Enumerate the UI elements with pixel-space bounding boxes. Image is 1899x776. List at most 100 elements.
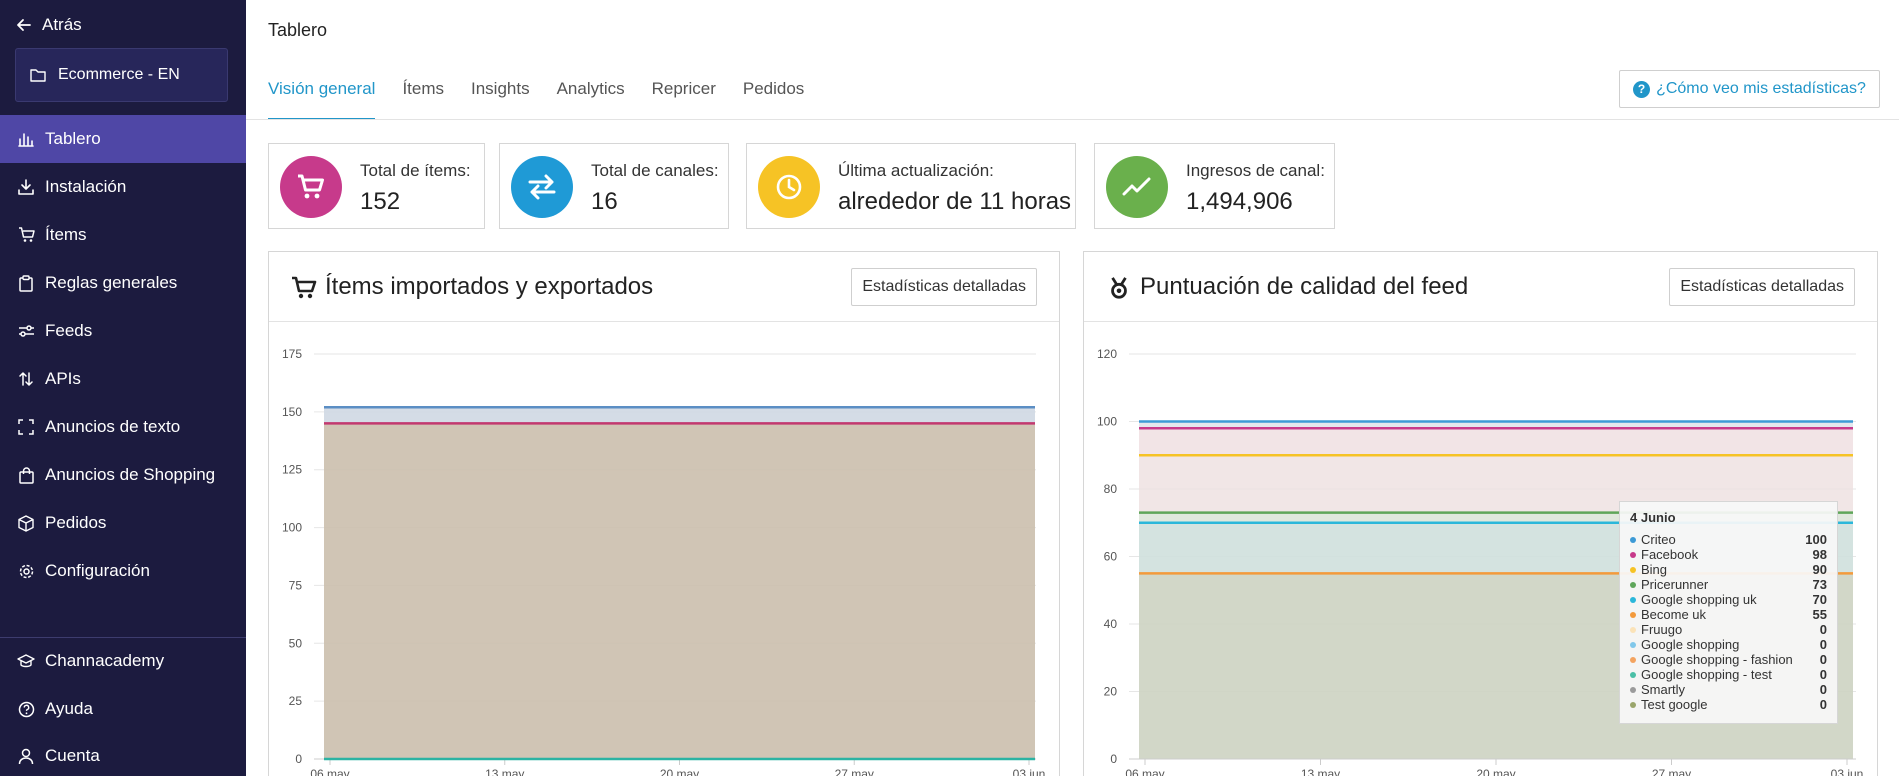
tooltip-series-value: 73 <box>1812 577 1827 592</box>
panel-title: Ítems importados y exportados <box>325 273 654 300</box>
tooltip-row: Google shopping - test 0 <box>1630 667 1827 682</box>
items-area-chart: 0 25 50 75 100 125 150 175 06 may 13 may 20 may 27 … <box>282 347 1046 776</box>
legend-dot <box>1630 641 1636 648</box>
tooltip-series-value: 0 <box>1819 697 1827 712</box>
x-tick-label: 27 may <box>835 767 874 776</box>
tab-analytics[interactable]: Analytics <box>557 68 625 120</box>
area-fill <box>1139 428 1853 456</box>
tooltip-series-value: 0 <box>1819 622 1827 637</box>
sidebar-item-pedidos[interactable]: Pedidos <box>0 499 246 547</box>
tooltip-series-value: 0 <box>1819 637 1827 652</box>
sidebar-item-cuenta[interactable]: Cuenta <box>0 732 246 776</box>
y-tick-label: 100 <box>282 521 302 535</box>
stat-card-ultima-actualizacion: Última actualización: alrededor de 11 ho… <box>746 143 1076 229</box>
page-title: Tablero <box>268 20 328 40</box>
sidebar-item-label: Configuración <box>45 561 150 580</box>
x-tick-label: 13 may <box>1301 767 1340 776</box>
tab-pedidos[interactable]: Pedidos <box>743 68 804 120</box>
sidebar-item-configuracion[interactable]: Configuración <box>0 547 246 595</box>
medal-icon <box>1111 277 1127 299</box>
help-stats-button[interactable]: ? ¿Cómo veo mis estadísticas? <box>1619 70 1880 108</box>
folder-icon <box>30 69 46 82</box>
sort-arrows-icon <box>17 370 35 388</box>
sidebar-item-instalacion[interactable]: Instalación <box>0 163 246 211</box>
sidebar-item-label: Ayuda <box>45 699 93 718</box>
y-tick-label: 60 <box>1104 550 1118 564</box>
tooltip-series-value: 70 <box>1812 592 1827 607</box>
clipboard-icon <box>17 274 35 292</box>
sidebar-item-label: Pedidos <box>45 513 107 532</box>
y-tick-label: 175 <box>282 347 302 361</box>
tab-items[interactable]: Ítems <box>402 68 444 120</box>
clock-icon <box>758 156 820 218</box>
y-tick-label: 75 <box>289 578 303 592</box>
y-tick-label: 0 <box>295 752 302 766</box>
detailed-stats-button[interactable]: Estadísticas detalladas <box>851 268 1037 306</box>
sidebar-item-channacademy[interactable]: Channacademy <box>0 637 246 685</box>
sidebar-item-feeds[interactable]: Feeds <box>0 307 246 355</box>
stat-card-total-items: Total de ítems: 152 <box>268 143 485 229</box>
help-circle-icon <box>17 700 35 718</box>
x-tick-label: 20 may <box>1476 767 1515 776</box>
tooltip-series-value: 0 <box>1819 667 1827 682</box>
legend-dot <box>1630 581 1636 588</box>
sidebar-item-label: Instalación <box>45 177 127 196</box>
x-tick-label: 13 may <box>485 767 524 776</box>
panel-header: Ítems importados y exportados Estadístic… <box>269 252 1059 322</box>
x-tick-label: 03 jun <box>1831 767 1864 776</box>
stat-card-ingresos-canal: Ingresos de canal: 1,494,906 <box>1094 143 1335 229</box>
x-tick-label: 03 jun <box>1013 767 1046 776</box>
detailed-stats-button[interactable]: Estadísticas detalladas <box>1669 268 1855 306</box>
help-stats-label: ¿Cómo veo mis estadísticas? <box>1656 80 1866 97</box>
back-label: Atrás <box>42 15 82 34</box>
stat-value: 1,494,906 <box>1186 188 1293 215</box>
frame-icon <box>17 418 35 436</box>
tab-vision-general[interactable]: Visión general <box>268 68 376 120</box>
sidebar-item-anuncios-shopping[interactable]: Anuncios de Shopping <box>0 451 246 499</box>
y-tick-label: 80 <box>1104 482 1118 496</box>
tooltip-title: 4 Junio <box>1630 510 1676 525</box>
tooltip-row: Pricerunner 73 <box>1630 577 1827 592</box>
y-tick-label: 50 <box>289 636 303 650</box>
tooltip-series-name: Become uk <box>1641 607 1707 622</box>
tab-repricer[interactable]: Repricer <box>652 68 716 120</box>
sidebar-item-items[interactable]: Ítems <box>0 211 246 259</box>
tab-insights[interactable]: Insights <box>471 68 530 120</box>
area-fill <box>324 407 1035 424</box>
legend-dot <box>1630 536 1636 543</box>
tooltip-row: Google shopping uk 70 <box>1630 592 1827 607</box>
graduation-cap-icon <box>17 652 35 670</box>
legend-dot <box>1630 686 1636 693</box>
y-tick-label: 100 <box>1097 415 1117 429</box>
stat-card-total-canales: Total de canales: 16 <box>499 143 729 229</box>
box-icon <box>17 514 35 532</box>
sidebar-item-anuncios-texto[interactable]: Anuncios de texto <box>0 403 246 451</box>
y-tick-label: 0 <box>1110 752 1117 766</box>
tooltip-row: Facebook 98 <box>1630 547 1827 562</box>
y-tick-label: 125 <box>282 463 302 477</box>
sidebar-item-label: Anuncios de texto <box>45 417 181 436</box>
x-tick-label: 20 may <box>660 767 699 776</box>
tooltip-series-name: Fruugo <box>1641 622 1683 637</box>
sidebar-item-label: Reglas generales <box>45 273 178 292</box>
sidebar-item-tablero[interactable]: Tablero <box>0 115 246 163</box>
tooltip-series-name: Google shopping <box>1641 637 1740 652</box>
sidebar: Atrás Ecommerce - EN Tablero Instalación… <box>0 0 246 776</box>
tooltip-row: Smartly 0 <box>1630 682 1827 697</box>
gear-icon <box>17 562 35 580</box>
sidebar-item-ayuda[interactable]: Ayuda <box>0 685 246 733</box>
y-tick-label: 120 <box>1097 347 1117 361</box>
stat-value: 152 <box>360 188 401 215</box>
tooltip-row: Google shopping - fashion 0 <box>1630 652 1827 667</box>
tooltip-series-name: Test google <box>1641 697 1708 712</box>
legend-dot <box>1630 551 1636 558</box>
sidebar-item-label: Tablero <box>45 129 101 148</box>
shopping-bag-icon <box>17 466 35 484</box>
back-link[interactable]: Atrás <box>16 13 82 37</box>
sidebar-item-reglas-generales[interactable]: Reglas generales <box>0 259 246 307</box>
workspace-selector[interactable]: Ecommerce - EN <box>15 48 228 102</box>
tooltip-series-name: Google shopping - fashion <box>1641 652 1793 667</box>
cart-icon <box>292 276 317 299</box>
tooltip-row: Test google 0 <box>1630 697 1827 712</box>
sidebar-item-apis[interactable]: APIs <box>0 355 246 403</box>
